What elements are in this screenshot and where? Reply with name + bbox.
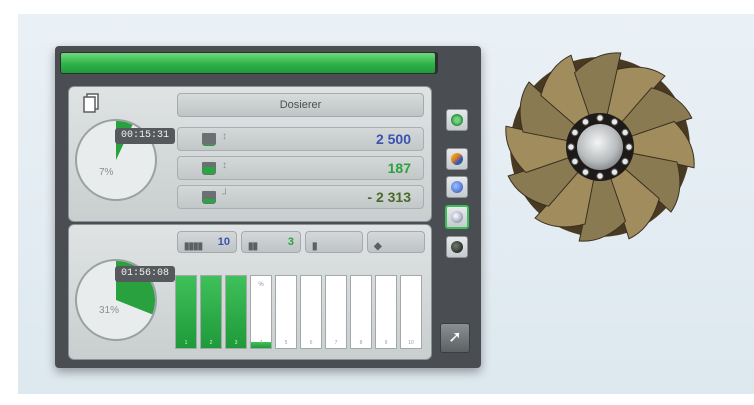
dosing-title: Dosierer [177, 93, 424, 117]
rack-count: 10 [217, 236, 230, 248]
target-icon [451, 114, 463, 126]
batch-section: 01:56:08 31% ▮▮▮▮ 10 ▮▮ 3 ▮ ◆ 1 2 3% 4 5 6 7 8 9… [68, 224, 432, 360]
batch-slot-number: 1 [184, 340, 188, 346]
containers-icon: ▮▮ [248, 241, 258, 252]
batch-slot-number: 10 [408, 340, 414, 346]
overall-progress-bar [60, 52, 438, 74]
batch-slot-bar: 9 [375, 275, 397, 349]
batch-slot-number: 8 [359, 340, 363, 346]
batch-slot-number: 7 [334, 340, 338, 346]
color-mix-icon [451, 153, 463, 165]
rack-count-chip[interactable]: ▮▮▮▮ 10 [177, 231, 237, 253]
range-marker-icon: ↕ [222, 131, 227, 142]
dosing-timer: 00:15:31 [115, 128, 176, 144]
blue-drop-icon [451, 181, 463, 193]
impeller-bolt [571, 128, 579, 137]
cup-level [203, 167, 215, 174]
batch-slot-bar: 3 [225, 275, 247, 349]
batch-slot-number: 6 [309, 340, 313, 346]
black-drop-icon [451, 241, 463, 253]
dosing-row-target: ↕ 2 500 [177, 127, 424, 151]
batch-slot-number: 3 [234, 340, 238, 346]
impeller-bolt [581, 118, 590, 126]
rack-icon: ▮▮▮▮ [184, 241, 203, 252]
cup-icon [202, 162, 216, 175]
impeller-bolt [621, 157, 629, 166]
batch-slot-bars: 1 2 3% 4 5 6 7 8 9 10 [175, 275, 425, 349]
cup-icon [202, 133, 216, 146]
overall-progress-fill [61, 53, 436, 73]
exit-button[interactable]: ➚ [440, 323, 470, 353]
document-icon[interactable] [82, 93, 100, 113]
impeller-bolt [610, 118, 619, 126]
impeller-bolt [625, 143, 633, 151]
dosing-row-remaining: ┘ - 2 313 [177, 185, 424, 209]
batch-slot-fill [176, 276, 196, 348]
impeller-bolt [610, 168, 619, 176]
impeller-bolt [596, 172, 604, 180]
container-count: 3 [287, 236, 294, 248]
batch-slot-bar: % 4 [250, 275, 272, 349]
impeller-bolt [571, 157, 579, 166]
dosing-section: 00:15:31 7% Dosierer ↕ 2 500 ↕ 187 ┘ - 2… [68, 86, 432, 222]
batch-slot-bar: 6 [300, 275, 322, 349]
corner-marker-icon: ┘ [222, 189, 230, 200]
batch-slot-fill [201, 276, 221, 348]
batch-slot-bar: 2 [200, 275, 222, 349]
pour-chip[interactable]: ◆ [367, 231, 425, 253]
container-count-chip[interactable]: ▮▮ 3 [241, 231, 301, 253]
impeller-bolt [567, 143, 575, 151]
actual-amount-value: 187 [387, 160, 411, 176]
cup-level [203, 199, 215, 203]
cup-level [203, 144, 215, 145]
batch-slot-bar: 7 [325, 275, 347, 349]
gray-drop-icon [451, 211, 463, 223]
batch-slot-bar: 1 [175, 275, 197, 349]
exit-icon: ➚ [448, 329, 462, 346]
dosing-row-actual: ↕ 187 [177, 156, 424, 180]
target-button[interactable] [446, 109, 468, 131]
impeller-bolt [581, 168, 590, 176]
batch-slot-number: 9 [384, 340, 388, 346]
impeller-image [505, 52, 695, 242]
batch-percent: 31% [99, 305, 120, 316]
batch-slot-bar: 8 [350, 275, 372, 349]
remaining-amount-value: - 2 313 [367, 189, 411, 205]
batch-slot-bar: 10 [400, 275, 422, 349]
batch-slot-number: 2 [209, 340, 213, 346]
cup-icon [202, 191, 216, 204]
batch-slot-number: 4 [259, 340, 263, 346]
cup-icon: ▮ [312, 241, 317, 252]
dosing-percent: 7% [99, 167, 114, 178]
batch-slot-bar: 5 [275, 275, 297, 349]
batch-timer: 01:56:08 [115, 266, 176, 282]
impeller-bolt [596, 114, 604, 122]
range-marker-icon: ↕ [222, 160, 227, 171]
target-amount-value: 2 500 [375, 131, 411, 147]
batch-slot-number: 5 [284, 340, 288, 346]
black-drop-button[interactable] [446, 236, 468, 258]
batch-slot-fill [226, 276, 246, 348]
impeller-bolt [621, 128, 629, 137]
cup-chip[interactable]: ▮ [305, 231, 363, 253]
color-mix-button[interactable] [446, 148, 468, 170]
blue-drop-button[interactable] [446, 176, 468, 198]
pour-icon: ◆ [374, 241, 382, 252]
control-panel: 00:15:31 7% Dosierer ↕ 2 500 ↕ 187 ┘ - 2… [55, 46, 481, 368]
gray-drop-button[interactable] [445, 205, 469, 229]
batch-slot-mark: % [258, 282, 264, 288]
